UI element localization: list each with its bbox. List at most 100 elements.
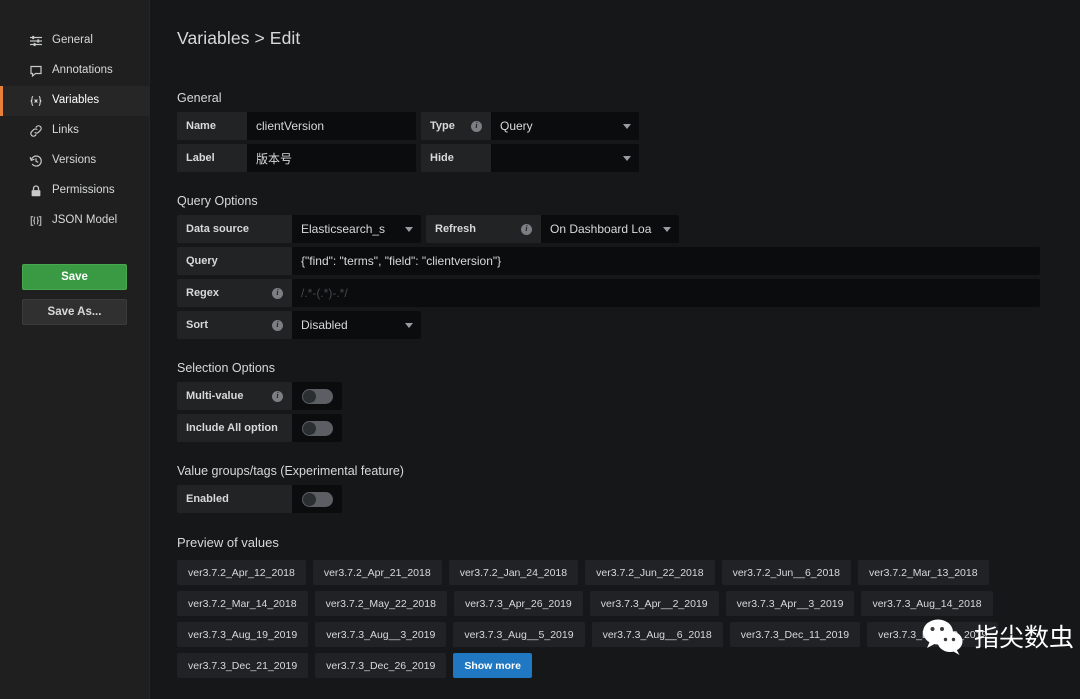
query-label: Query [177, 247, 292, 275]
sidebar-item-label: Links [52, 125, 79, 137]
regex-label-text: Regex [186, 287, 219, 299]
sidebar-item-label: JSON Model [52, 215, 117, 227]
include-all-label: Include All option [177, 414, 292, 442]
show-more-button[interactable]: Show more [453, 653, 532, 678]
preview-value-chip: ver3.7.3_Aug__3_2019 [315, 622, 446, 647]
sort-row: Sort i Disabled [177, 311, 1080, 339]
preview-values-list: ver3.7.2_Apr_12_2018ver3.7.2_Apr_21_2018… [177, 560, 1057, 678]
save-button[interactable]: Save [22, 264, 127, 290]
sort-field-group: Sort i Disabled [177, 311, 421, 339]
datasource-label: Data source [177, 215, 292, 243]
refresh-label-text: Refresh [435, 223, 476, 235]
brackets-icon [29, 214, 43, 228]
datasource-value: Elasticsearch_s [301, 222, 385, 236]
enabled-toggle[interactable] [292, 485, 342, 513]
preview-value-chip: ver3.7.3_Apr__2_2019 [590, 591, 719, 616]
multi-value-toggle[interactable] [292, 382, 342, 410]
refresh-value: On Dashboard Loa [550, 222, 651, 236]
preview-value-chip: ver3.7.3_Dec_20_2019 [867, 622, 998, 647]
label-label: Label [177, 144, 247, 172]
sidebar-item-label: Permissions [52, 185, 115, 197]
preview-value-chip: ver3.7.2_Mar_13_2018 [858, 560, 989, 585]
sidebar-item-general[interactable]: General [0, 26, 149, 56]
info-icon[interactable]: i [471, 121, 482, 132]
query-input[interactable] [292, 247, 1040, 275]
variable-type-value: Query [500, 119, 533, 133]
sidebar-item-label: Versions [52, 155, 96, 167]
preview-value-chip: ver3.7.3_Dec_26_2019 [315, 653, 446, 678]
preview-value-chip: ver3.7.3_Apr_26_2019 [454, 591, 583, 616]
sort-select[interactable]: Disabled [292, 311, 421, 339]
hide-field-group: Hide [421, 144, 639, 172]
regex-input[interactable] [292, 279, 1040, 307]
datasource-field-group: Data source Elasticsearch_s [177, 215, 421, 243]
multi-value-row: Multi-value i [177, 382, 1080, 410]
refresh-select[interactable]: On Dashboard Loa [541, 215, 679, 243]
preview-value-chip: ver3.7.2_May_22_2018 [315, 591, 447, 616]
preview-value-chip: ver3.7.3_Dec_11_2019 [730, 622, 860, 647]
save-as-button[interactable]: Save As... [22, 299, 127, 325]
info-icon[interactable]: i [521, 224, 532, 235]
general-section: General Name Type i Query [177, 91, 1080, 172]
preview-section: Preview of values ver3.7.2_Apr_12_2018ve… [177, 535, 1080, 678]
chevron-down-icon [623, 156, 631, 161]
toggle-track-off [302, 421, 333, 436]
preview-value-chip: ver3.7.3_Aug__6_2018 [592, 622, 723, 647]
settings-sidebar: General Annotations Variables [0, 0, 150, 699]
name-type-row: Name Type i Query [177, 112, 1080, 140]
info-icon[interactable]: i [272, 391, 283, 402]
sidebar-item-links[interactable]: Links [0, 116, 149, 146]
selection-options-title: Selection Options [177, 361, 1080, 375]
label-field-group: Label [177, 144, 416, 172]
refresh-field-group: Refresh i On Dashboard Loa [426, 215, 679, 243]
comment-icon [29, 64, 43, 78]
type-field-group: Type i Query [421, 112, 639, 140]
type-label: Type i [421, 112, 491, 140]
variable-label-input[interactable] [247, 144, 416, 172]
dashboard-settings-page: General Annotations Variables [0, 0, 1080, 699]
type-label-text: Type [430, 120, 455, 132]
chevron-down-icon [405, 323, 413, 328]
lock-icon [29, 184, 43, 198]
multi-value-group: Multi-value i [177, 382, 342, 410]
label-hide-row: Label Hide [177, 144, 1080, 172]
sidebar-item-variables[interactable]: Variables [0, 86, 149, 116]
variable-name-input[interactable] [247, 112, 416, 140]
sidebar-item-permissions[interactable]: Permissions [0, 176, 149, 206]
sidebar-item-json-model[interactable]: JSON Model [0, 206, 149, 236]
name-label: Name [177, 112, 247, 140]
value-groups-section: Value groups/tags (Experimental feature)… [177, 464, 1080, 513]
info-icon[interactable]: i [272, 320, 283, 331]
chevron-down-icon [623, 124, 631, 129]
name-field-group: Name [177, 112, 416, 140]
variable-type-select[interactable]: Query [491, 112, 639, 140]
sidebar-item-versions[interactable]: Versions [0, 146, 149, 176]
preview-value-chip: ver3.7.2_Apr_21_2018 [313, 560, 442, 585]
chevron-down-icon [405, 227, 413, 232]
preview-value-chip: ver3.7.2_Mar_14_2018 [177, 591, 308, 616]
sidebar-item-annotations[interactable]: Annotations [0, 56, 149, 86]
info-icon[interactable]: i [272, 288, 283, 299]
chevron-down-icon [663, 227, 671, 232]
include-all-group: Include All option [177, 414, 342, 442]
hide-label: Hide [421, 144, 491, 172]
regex-row: Regex i [177, 279, 1080, 307]
preview-value-chip: ver3.7.2_Jan_24_2018 [449, 560, 578, 585]
toggle-track-off [302, 389, 333, 404]
variable-hide-select[interactable] [491, 144, 639, 172]
enabled-row: Enabled [177, 485, 1080, 513]
preview-value-chip: ver3.7.3_Apr__3_2019 [726, 591, 855, 616]
query-field-group: Query [177, 247, 1040, 275]
preview-value-chip: ver3.7.3_Aug_19_2019 [177, 622, 308, 647]
value-groups-title: Value groups/tags (Experimental feature) [177, 464, 1080, 478]
sidebar-actions: Save Save As... [0, 264, 149, 325]
sliders-icon [29, 34, 43, 48]
include-all-toggle[interactable] [292, 414, 342, 442]
preview-title: Preview of values [177, 535, 1080, 550]
regex-label: Regex i [177, 279, 292, 307]
enabled-label: Enabled [177, 485, 292, 513]
datasource-refresh-row: Data source Elasticsearch_s Refresh i On… [177, 215, 1080, 243]
query-row: Query [177, 247, 1080, 275]
datasource-select[interactable]: Elasticsearch_s [292, 215, 421, 243]
query-options-section: Query Options Data source Elasticsearch_… [177, 194, 1080, 339]
